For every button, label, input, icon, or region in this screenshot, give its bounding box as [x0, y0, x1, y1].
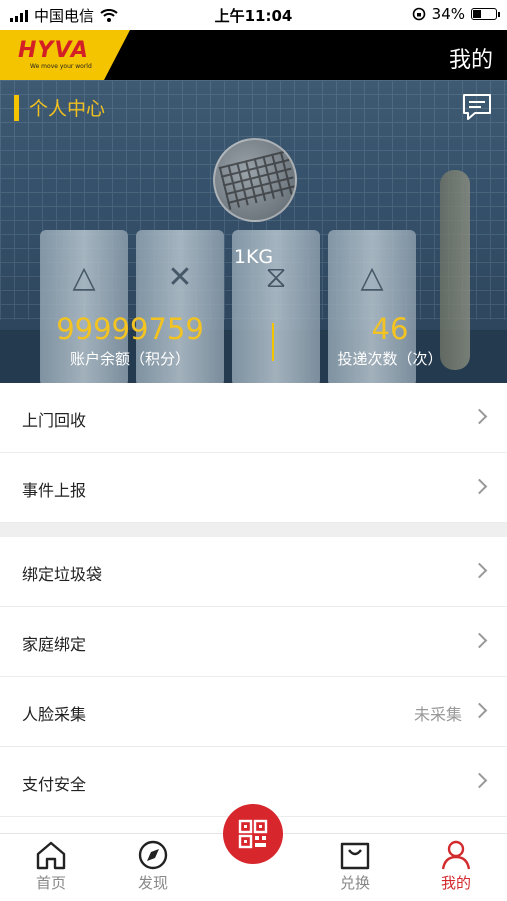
recycled-weight: 1KG [233, 246, 274, 268]
app-header: HYVA We move your world 我的 [0, 30, 507, 80]
status-bar: 中国电信 上午11:04 34% [0, 0, 507, 30]
battery-icon [471, 8, 500, 20]
delivery-label: 投递次数（次） [337, 350, 443, 368]
balance-value: 99999759 [56, 312, 204, 346]
tab-exchange[interactable]: 兑换 [320, 840, 390, 893]
tab-exchange-label: 兑换 [339, 874, 370, 892]
chevron-right-icon [471, 702, 488, 719]
tab-mine-label: 我的 [440, 874, 471, 892]
stat-divider [272, 323, 274, 361]
title-accent-bar [14, 94, 19, 121]
avatar[interactable] [213, 138, 297, 222]
menu-item-label: 人脸采集 [22, 705, 87, 724]
section-divider [0, 523, 507, 537]
menu-item-label: 支付安全 [22, 775, 87, 794]
user-icon [441, 840, 471, 870]
delivery-value: 46 [371, 312, 409, 346]
menu-item-event-report[interactable]: 事件上报 [0, 453, 507, 523]
battery-percent: 34% [431, 5, 465, 23]
chevron-right-icon [471, 632, 488, 649]
menu-item-label: 上门回收 [22, 411, 87, 430]
face-capture-status: 未采集 [413, 705, 462, 724]
home-icon [36, 841, 66, 870]
shopping-bag-icon [340, 842, 370, 870]
tab-discover-label: 发现 [137, 874, 168, 892]
balance-stat[interactable]: 99999759 账户余额（积分） [50, 312, 210, 369]
menu-item-family-binding[interactable]: 家庭绑定 [0, 607, 507, 677]
avatar-image [218, 150, 295, 210]
chevron-right-icon [471, 478, 488, 495]
menu-item-label: 绑定垃圾袋 [22, 565, 103, 584]
menu-item-face-capture[interactable]: 人脸采集 未采集 [0, 677, 507, 747]
scan-qr-button[interactable] [223, 804, 283, 864]
section-title-text: 个人中心 [29, 98, 106, 120]
status-right: 34% [412, 5, 500, 23]
orientation-lock-icon [412, 7, 425, 21]
qr-code-icon [238, 819, 268, 849]
brand-logo[interactable]: HYVA We move your world [0, 30, 130, 80]
tab-home-label: 首页 [35, 874, 66, 892]
section-title: 个人中心 [14, 94, 105, 121]
menu-item-door-recycling[interactable]: 上门回收 [0, 383, 507, 453]
tab-mine[interactable]: 我的 [421, 840, 491, 893]
delivery-stat[interactable]: 46 投递次数（次） [330, 312, 450, 369]
page-title: 我的 [448, 48, 493, 73]
tab-discover[interactable]: 发现 [118, 840, 188, 893]
message-icon[interactable] [461, 92, 493, 122]
chevron-right-icon [471, 408, 488, 425]
menu-item-label: 家庭绑定 [22, 635, 87, 654]
chevron-right-icon [471, 772, 488, 789]
menu-item-bind-bag[interactable]: 绑定垃圾袋 [0, 537, 507, 607]
tab-home[interactable]: 首页 [16, 840, 86, 893]
profile-hero: △ ✕ ⧖ △ 个人中心 1KG 99999759 账户余额（积分） 46 投递… [0, 80, 507, 383]
chevron-right-icon [471, 562, 488, 579]
compass-icon [138, 840, 168, 870]
brand-tagline: We move your world [30, 63, 92, 70]
menu-list: 上门回收 事件上报 绑定垃圾袋 家庭绑定 人脸采集 未采集 支付安全 [0, 383, 507, 817]
brand-name: HYVA [18, 38, 89, 63]
balance-label: 账户余额（积分） [69, 350, 190, 368]
menu-item-label: 事件上报 [22, 481, 87, 500]
